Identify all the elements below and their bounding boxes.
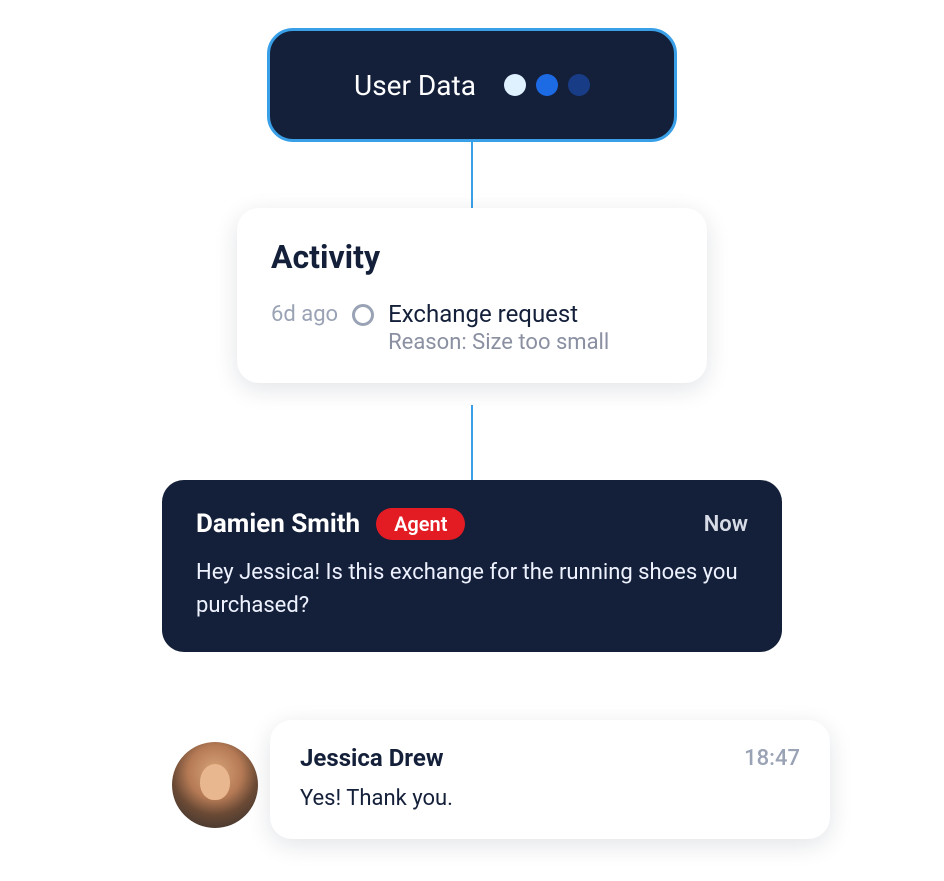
customer-name: Jessica Drew [300,744,443,772]
agent-time: Now [704,512,748,537]
dot-icon [504,74,526,96]
activity-event-title: Exchange request [388,300,609,328]
activity-card: Activity 6d ago Exchange request Reason:… [237,208,707,383]
customer-header: Jessica Drew 18:47 [300,744,800,772]
customer-message-wrap: Jessica Drew 18:47 Yes! Thank you. [172,720,830,839]
agent-badge: Agent [376,508,465,540]
agent-name: Damien Smith [196,509,360,539]
avatar [172,742,258,828]
activity-title: Activity [271,238,673,276]
user-data-card: User Data [267,28,677,142]
agent-message-card: Damien Smith Agent Now Hey Jessica! Is t… [162,480,782,652]
circle-icon [352,304,374,326]
agent-message-text: Hey Jessica! Is this exchange for the ru… [196,556,748,622]
user-data-label: User Data [354,69,476,102]
customer-message-text: Yes! Thank you. [300,786,800,811]
dot-icon [536,74,558,96]
activity-time: 6d ago [271,300,338,327]
dot-icon [568,74,590,96]
activity-event: Exchange request Reason: Size too small [388,300,609,355]
activity-row: 6d ago Exchange request Reason: Size too… [271,300,673,355]
customer-message-card: Jessica Drew 18:47 Yes! Thank you. [270,720,830,839]
activity-event-reason: Reason: Size too small [388,330,609,355]
status-dots [504,74,590,96]
connector-line [471,405,473,485]
connector-line [471,140,473,210]
agent-header: Damien Smith Agent Now [196,508,748,540]
customer-time: 18:47 [744,746,800,771]
